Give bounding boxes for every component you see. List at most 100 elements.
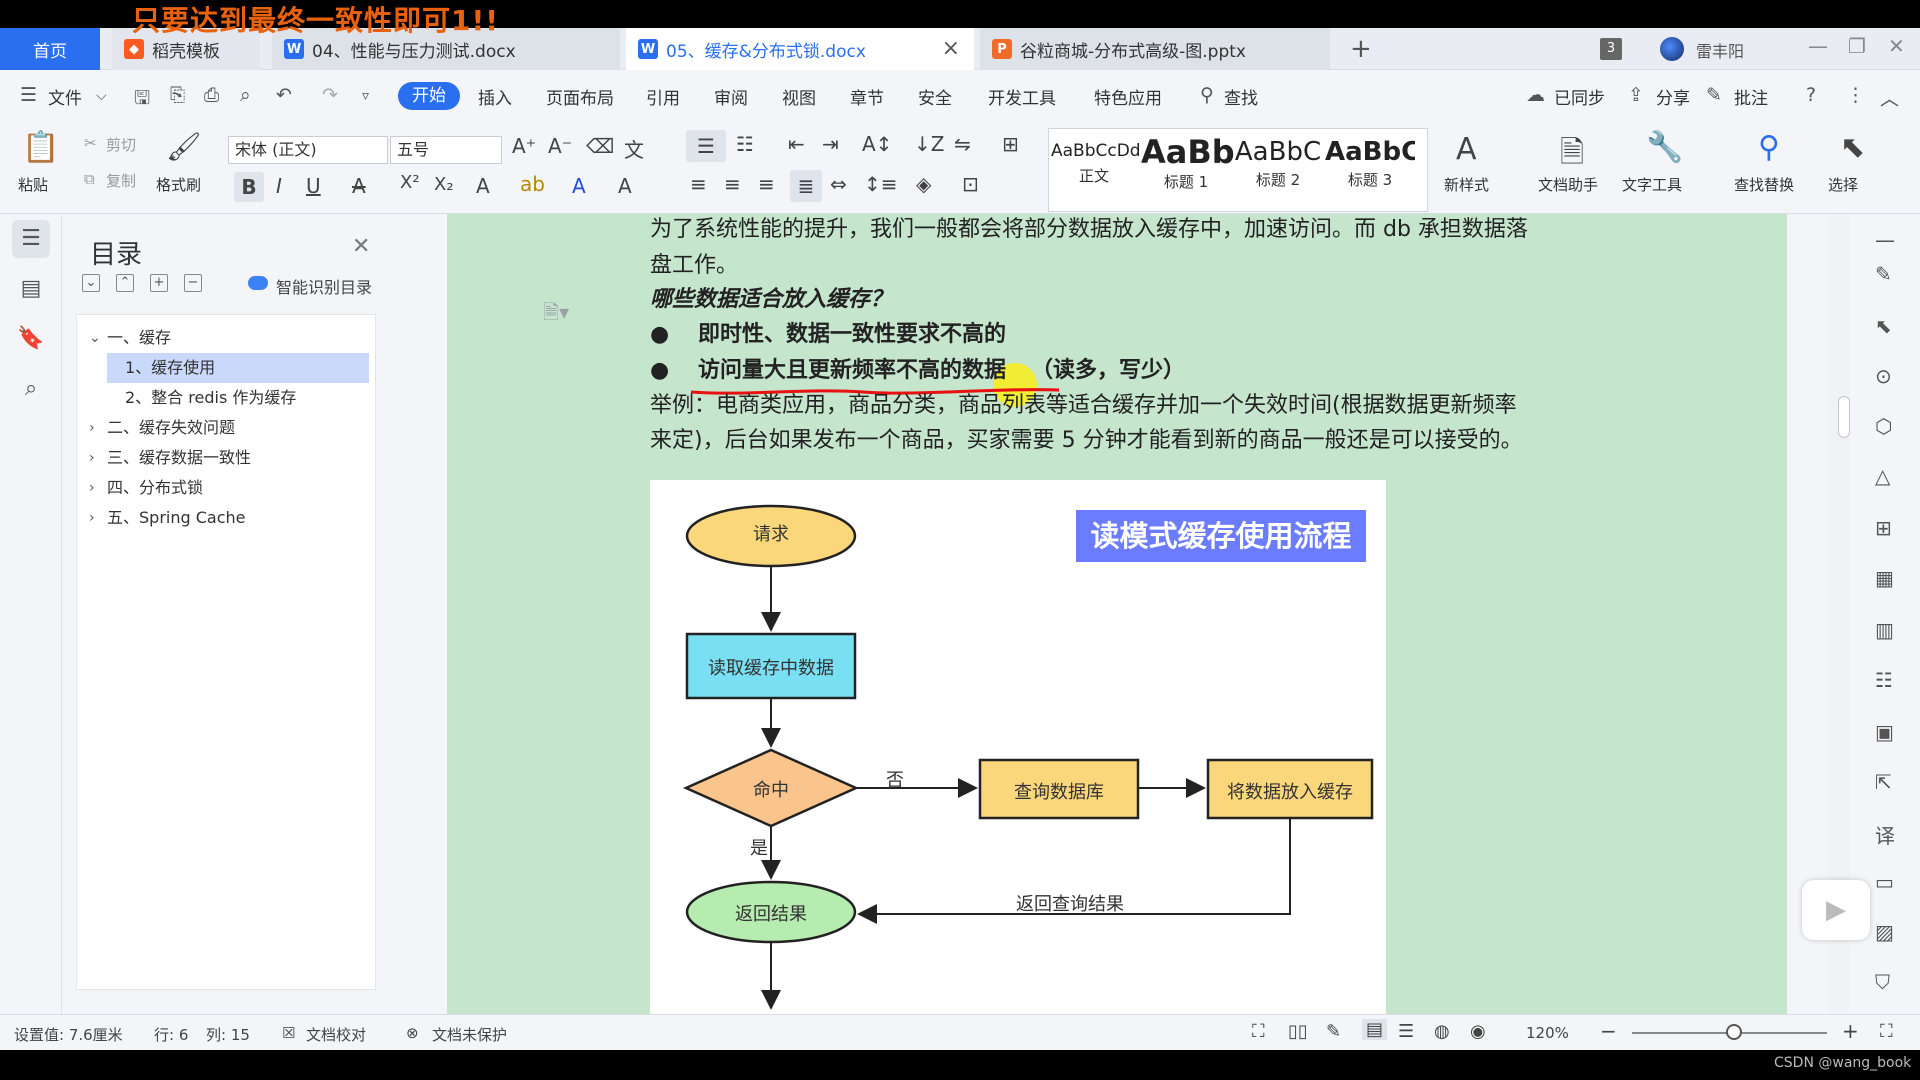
restore-icon[interactable]: ❐ [1848,34,1866,58]
picture-icon[interactable]: ▨ [1875,920,1894,944]
select-button[interactable]: 选择 [1828,174,1858,195]
paragraph-options-icon[interactable]: 🗎▾ [543,298,569,332]
cursor-icon[interactable]: ⬉ [1875,314,1892,338]
paragraph-mark-icon[interactable]: ⇋ [954,132,971,156]
section-heading[interactable]: 哪些数据适合放入缓存？ [650,284,892,316]
user-name[interactable]: 雷丰阳 [1696,38,1744,62]
outline-view-icon[interactable]: ☰ [1398,1021,1414,1042]
menu-comment[interactable]: 批注 [1734,84,1768,109]
toc-item-selected[interactable]: 1、缓存使用 [107,353,369,383]
image-icon[interactable]: ▣ [1875,720,1894,744]
shield-icon[interactable]: ⛉ [1875,970,1890,994]
table-icon[interactable]: ⊞ [1875,516,1892,540]
copy-icon[interactable]: ⧉ [84,170,95,188]
chevron-right-icon[interactable]: › [89,443,95,473]
paste-button[interactable]: 粘贴 [18,174,48,195]
menu-insert[interactable]: 插入 [478,84,512,109]
new-style-button[interactable]: 新样式 [1444,174,1489,195]
borders-icon[interactable]: ⊡ [962,172,979,196]
toc-icon[interactable]: ☰ [12,220,50,258]
find-replace-button[interactable]: 查找替换 [1734,174,1794,195]
search-icon[interactable]: ⚲ [1200,84,1214,106]
paste-icon[interactable]: 📋 [22,130,59,165]
bullet-item[interactable]: 即时性、数据一致性要求不高的 [698,319,1006,351]
text-effect-icon[interactable]: A [476,174,490,198]
triangle-icon[interactable]: △ [1875,464,1890,488]
menu-dev-tools[interactable]: 开发工具 [988,84,1056,109]
redo-icon[interactable]: ↷ [322,84,338,106]
align-center-icon[interactable]: ≡ [724,172,741,196]
toc-item[interactable]: › 三、缓存数据一致性 [77,443,375,473]
menu-share[interactable]: 分享 [1656,84,1690,109]
menu-page-layout[interactable]: 页面布局 [546,84,614,109]
cut-icon[interactable]: ✂ [84,134,97,152]
line-spacing-icon[interactable]: ↕≡ [864,172,898,196]
format-painter-button[interactable]: 格式刷 [156,174,201,195]
chevron-right-icon[interactable]: › [89,413,95,443]
print-preview-icon[interactable]: ⌕ [240,84,251,106]
toc-item[interactable]: › 四、分布式锁 [77,473,375,503]
help-icon[interactable]: ? [1806,84,1816,106]
collapse-all-icon[interactable]: ⌄ [82,274,100,292]
reading-mode-icon[interactable]: ▯▯ [1288,1021,1308,1042]
decrease-indent-icon[interactable]: ⇤ [788,132,805,156]
menu-view[interactable]: 视图 [782,84,816,109]
lock-icon[interactable]: ⊗ [406,1024,419,1042]
proof-icon[interactable]: ☒ [282,1024,295,1042]
smart-toc-button[interactable]: 智能识别目录 [276,274,372,298]
tab-doc-05-active[interactable]: W 05、缓存&分布式锁.docx × [626,28,974,70]
expand-all-icon[interactable]: ⌃ [116,274,134,292]
distribute-icon[interactable]: ⇔ [830,172,847,196]
table-border-icon[interactable]: ⊞ [1002,132,1019,156]
strikethrough-icon[interactable]: A [352,174,366,198]
wrench-icon[interactable]: 🔧 [1646,130,1683,165]
close-icon[interactable]: × [942,36,960,61]
style-heading-3[interactable]: AaBbC 标题 3 [1325,137,1415,190]
add-item-icon[interactable]: + [150,274,168,292]
toc-item[interactable]: › 二、缓存失效问题 [77,413,375,443]
italic-icon[interactable]: I [276,174,282,198]
menu-special-apps[interactable]: 特色应用 [1094,84,1162,109]
cloud-sync-icon[interactable]: ☁ [1526,84,1545,106]
box-icon[interactable]: ▭ [1875,870,1894,894]
hamburger-icon[interactable]: ☰ [20,84,37,106]
fit-page-icon[interactable]: ⛶ [1880,1021,1893,1042]
clear-format-icon[interactable]: ⌫ [586,134,614,158]
chevron-down-icon[interactable]: ⌵ [96,88,107,104]
collapse-ribbon-icon[interactable]: ︿ [1880,84,1899,111]
collapse-icon[interactable]: — [1875,228,1895,252]
undo-icon[interactable]: ↶ [276,84,292,106]
more-icon[interactable]: ⋮ [1846,84,1865,106]
chevron-down-icon[interactable]: ⌄ [89,323,101,353]
increase-indent-icon[interactable]: ⇥ [822,132,839,156]
toc-item[interactable]: › 五、Spring Cache [77,503,375,533]
align-right-icon[interactable]: ≡ [758,172,775,196]
document-page[interactable]: 为了系统性能的提升，我们一般都会将部分数据放入缓存中，加速访问。而 db 承担数… [447,214,1787,1014]
doc-proof-button[interactable]: 文档校对 [306,1024,366,1045]
zoom-out-icon[interactable]: − [1600,1019,1617,1043]
font-color-icon[interactable]: A [572,174,586,198]
pages-icon[interactable]: ▤ [12,270,50,308]
location-icon[interactable]: ⊙ [1875,364,1892,388]
paragraph-text[interactable]: 盘工作。 [650,250,738,282]
style-heading-2[interactable]: AaBbC 标题 2 [1233,137,1323,190]
text-direction-icon[interactable]: A↕ [862,132,892,156]
window-count-badge[interactable]: 3 [1600,38,1622,60]
menu-chapter[interactable]: 章节 [850,84,884,109]
save-icon[interactable]: 🖫 [134,84,150,116]
pen-icon[interactable]: ✎ [1875,262,1892,286]
share-icon[interactable]: ⇪ [1628,84,1644,106]
document-area[interactable]: 为了系统性能的提升，我们一般都会将部分数据放入缓存中，加速访问。而 db 承担数… [447,214,1787,1014]
menu-start[interactable]: 开始 [398,82,460,110]
close-window-icon[interactable]: ✕ [1888,34,1905,58]
menu-references[interactable]: 引用 [646,84,680,109]
shape-icon[interactable]: ⬡ [1875,414,1892,438]
phonetic-icon[interactable]: 文 [624,134,644,163]
chevron-right-icon[interactable]: › [89,473,95,503]
comment-icon[interactable]: ✎ [1706,84,1722,106]
new-style-icon[interactable]: A [1456,132,1477,167]
chart-icon[interactable]: ▥ [1875,618,1894,642]
paragraph-text[interactable]: 为了系统性能的提升，我们一般都会将部分数据放入缓存中，加速访问。而 db 承担数… [650,214,1528,246]
customize-icon[interactable]: ▿ [362,88,369,104]
toc-item[interactable]: 2、整合 redis 作为缓存 [107,383,369,413]
